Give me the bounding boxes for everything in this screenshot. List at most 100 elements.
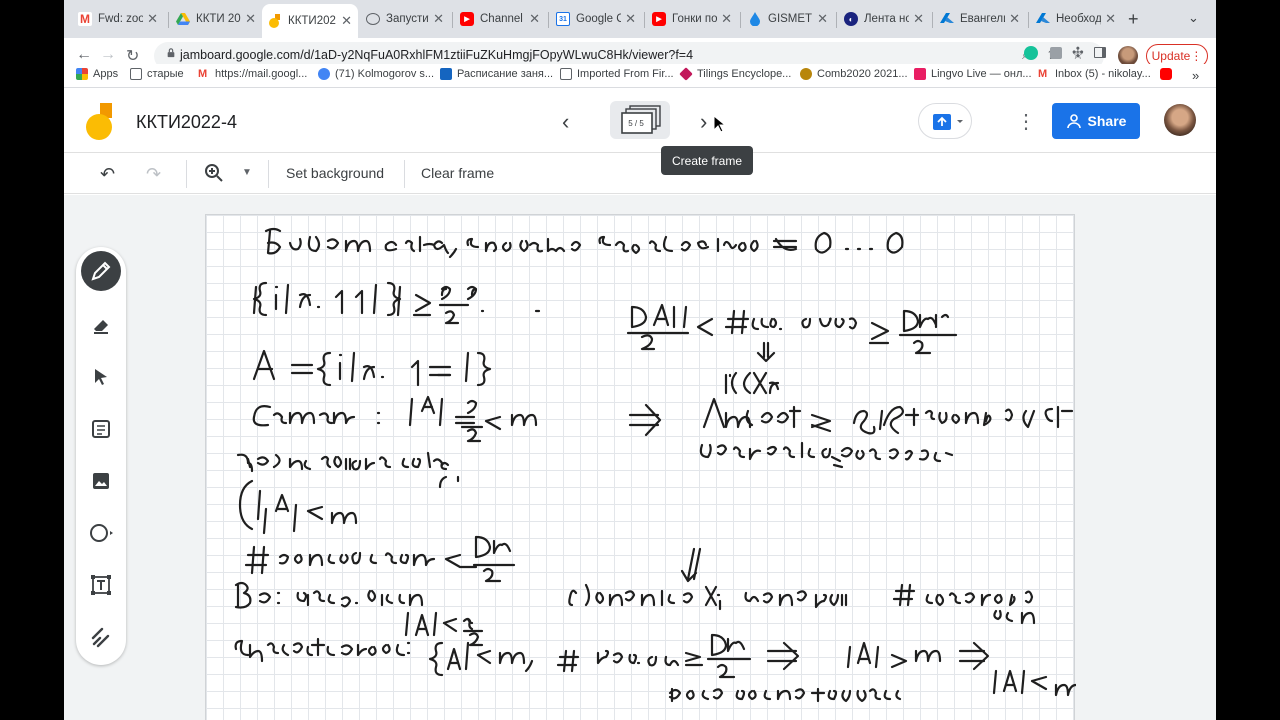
gmail-icon: M — [1038, 68, 1048, 80]
cursor-arrow-icon — [95, 369, 107, 385]
close-icon[interactable]: ✕ — [341, 13, 352, 29]
set-background-button[interactable]: Set background — [286, 165, 384, 181]
close-icon[interactable]: ✕ — [625, 11, 636, 27]
grammarly-icon[interactable] — [1024, 46, 1038, 60]
bookmark-tilings[interactable]: Tilings Encyclope... — [679, 67, 791, 81]
canvas-area — [64, 195, 1216, 720]
folder-icon — [560, 68, 572, 80]
profile-avatar-small[interactable] — [1118, 46, 1138, 66]
close-icon[interactable]: ✕ — [433, 11, 444, 27]
chevron-down-icon[interactable]: ⌄ — [1188, 10, 1199, 26]
close-icon[interactable]: ✕ — [1105, 11, 1116, 27]
bookmark-inbox[interactable]: M Inbox (5) - nikolay... — [1038, 68, 1151, 80]
tab-zapustit[interactable]: Запустит ✕ — [360, 7, 450, 31]
close-icon[interactable]: ✕ — [1009, 11, 1020, 27]
jam-title[interactable]: ККТИ2022-4 — [136, 112, 237, 133]
account-avatar[interactable] — [1164, 104, 1196, 136]
bookmark-imported[interactable]: Imported From Fir... — [560, 68, 674, 80]
folder-icon — [130, 68, 142, 80]
people-icon — [318, 68, 330, 80]
close-icon[interactable]: ✕ — [245, 11, 256, 27]
zoom-dropdown-icon[interactable]: ▼ — [242, 167, 252, 178]
bookmark-kolmogorov[interactable]: (71) Kolmogorov s... — [318, 68, 434, 80]
create-frame-tooltip: Create frame — [661, 146, 753, 175]
tab-neobhod[interactable]: Необход ✕ — [1030, 7, 1122, 31]
bookmark-folder-starye[interactable]: старые — [130, 68, 184, 80]
bookmark-youtube[interactable] — [1160, 68, 1177, 80]
back-arrow-icon[interactable]: ← — [76, 46, 92, 64]
clear-frame-button[interactable]: Clear frame — [421, 165, 494, 181]
previous-frame-icon[interactable]: ‹ — [562, 109, 569, 135]
bookmark-raspisanie[interactable]: Расписание заня... — [440, 68, 553, 80]
close-icon[interactable]: ✕ — [721, 11, 732, 27]
close-icon[interactable]: ✕ — [147, 11, 158, 27]
whiteboard-frame[interactable] — [205, 214, 1076, 720]
add-person-icon — [1066, 114, 1081, 129]
bookmark-apps[interactable]: Apps — [76, 68, 118, 80]
close-icon[interactable]: ✕ — [817, 11, 828, 27]
share-button[interactable]: Share — [1052, 103, 1140, 139]
circle-icon — [90, 524, 113, 542]
jamboard-icon — [268, 14, 282, 28]
globe-icon — [366, 13, 380, 25]
undo-icon[interactable]: ↶ — [100, 164, 115, 185]
bookmark-comb2020[interactable]: Comb2020 2021... — [800, 68, 908, 80]
present-button[interactable] — [918, 103, 972, 139]
frame-count: 5 / 5 — [628, 119, 644, 128]
gmail-icon: M — [198, 68, 208, 80]
tab-jamboard[interactable]: ККТИ202 ✕ — [262, 4, 358, 38]
frame-bar-button[interactable]: 5 / 5 — [610, 101, 670, 139]
jamboard-toolbar: ↶ ↷ ▼ Set background Clear frame — [64, 154, 1216, 194]
tab-drive[interactable]: ККТИ 202 ✕ — [170, 7, 262, 31]
apps-grid-icon — [76, 68, 88, 80]
comb-icon — [800, 68, 812, 80]
tiling-icon — [679, 67, 693, 81]
more-bookmarks-icon[interactable]: » — [1192, 68, 1199, 83]
close-icon[interactable]: ✕ — [529, 11, 540, 27]
pen-tool[interactable] — [81, 251, 121, 291]
youtube-icon: ▶ — [652, 12, 666, 26]
forward-arrow-icon[interactable]: → — [100, 46, 116, 64]
tab-channel[interactable]: ▶ Channel c ✕ — [454, 7, 546, 31]
drop-icon — [748, 12, 762, 26]
bookmark-lingvo[interactable]: Lingvo Live — онл... — [914, 68, 1032, 80]
schedule-icon — [440, 68, 452, 80]
tab-gmail[interactable]: M Fwd: zoo ✕ — [72, 7, 164, 31]
sticky-note-tool[interactable] — [81, 409, 121, 449]
zoom-in-icon[interactable] — [204, 163, 224, 188]
eraser-icon — [94, 320, 108, 334]
bookmarks-bar: Apps старые Mhttps://mail.googl... (71) … — [64, 64, 1216, 88]
redo-icon[interactable]: ↷ — [146, 164, 161, 185]
laser-icon — [91, 627, 110, 648]
text-box-tool[interactable] — [81, 565, 121, 605]
reload-icon[interactable]: ↻ — [126, 46, 139, 66]
bookmark-mail[interactable]: Mhttps://mail.googl... — [198, 68, 307, 80]
select-tool[interactable] — [81, 357, 121, 397]
tab-google-calendar[interactable]: 31 Google C ✕ — [550, 7, 642, 31]
tab-strip: M Fwd: zoo ✕ ККТИ 202 ✕ ККТИ202 ✕ Запуст… — [64, 0, 1216, 38]
image-tool[interactable] — [81, 461, 121, 501]
new-tab-button[interactable]: + — [1128, 9, 1139, 30]
puzzle-icon[interactable]: ✣ — [1072, 44, 1084, 61]
pen-icon — [91, 261, 111, 281]
next-frame-icon[interactable]: › — [700, 109, 707, 135]
youtube-icon: ▶ — [460, 12, 474, 26]
extension-icon[interactable] — [1050, 47, 1062, 59]
sidepanel-icon[interactable] — [1094, 47, 1106, 58]
eraser-tool[interactable] — [81, 305, 121, 345]
tab-gismeteo[interactable]: GISMETE ✕ — [742, 7, 834, 31]
drive-icon — [176, 12, 190, 26]
present-icon — [933, 114, 963, 130]
tab-lenta[interactable]: ◐ Лента но ✕ — [838, 7, 930, 31]
shape-tool[interactable] — [81, 513, 121, 553]
youtube-icon — [1160, 68, 1172, 80]
tab-evangelie[interactable]: Евангели ✕ — [934, 7, 1026, 31]
close-icon[interactable]: ✕ — [913, 11, 924, 27]
handwritten-notes — [234, 227, 1076, 703]
url-text: jamboard.google.com/d/1aD-y2NqFuA0RxhlFM… — [180, 48, 694, 62]
laser-tool[interactable] — [81, 617, 121, 657]
calendar-icon: 31 — [556, 12, 570, 26]
lock-icon[interactable] — [166, 48, 176, 58]
tab-gonki[interactable]: ▶ Гонки по ✕ — [646, 7, 738, 31]
more-vert-icon[interactable]: ⋮ — [1016, 109, 1036, 134]
